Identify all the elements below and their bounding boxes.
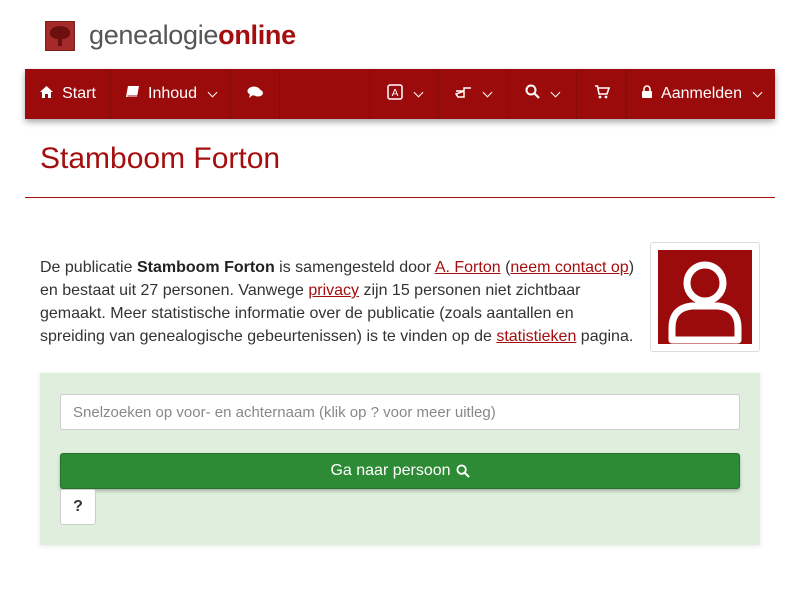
go-button-label: Ga naar persoon xyxy=(330,462,451,479)
nav-start[interactable]: Start xyxy=(25,69,111,119)
page-title: Stamboom Forton xyxy=(40,142,281,175)
nav-cart[interactable] xyxy=(577,69,627,119)
site-name-part1: genealogie xyxy=(89,20,219,50)
site-name-part2: online xyxy=(218,20,296,50)
main-navbar: Start Inhoud A Aanmelden xyxy=(25,69,775,119)
nav-inhoud-label: Inhoud xyxy=(148,85,197,102)
privacy-link[interactable]: privacy xyxy=(308,282,359,299)
search-icon xyxy=(455,464,470,478)
publication-intro: De publicatie Stamboom Forton is samenge… xyxy=(40,256,640,348)
intro-text: De publicatie xyxy=(40,259,137,276)
nav-inhoud[interactable]: Inhoud xyxy=(111,69,231,119)
chevron-down-icon xyxy=(752,87,763,97)
nav-language[interactable]: A xyxy=(369,69,439,119)
language-icon: A xyxy=(386,83,403,105)
hand-pointer-icon xyxy=(454,85,472,104)
nav-search[interactable] xyxy=(508,69,577,119)
nav-start-label: Start xyxy=(62,85,96,102)
help-button[interactable]: ? xyxy=(60,489,96,525)
cart-icon xyxy=(594,84,610,104)
home-icon xyxy=(39,85,54,104)
chevron-down-icon xyxy=(550,87,561,97)
statistics-link[interactable]: statistieken xyxy=(496,328,576,345)
author-avatar[interactable] xyxy=(650,242,760,352)
comments-icon xyxy=(247,85,264,104)
author-link[interactable]: A. Forton xyxy=(435,259,501,276)
publication-name: Stamboom Forton xyxy=(136,259,275,276)
lock-icon xyxy=(641,84,653,104)
book-icon xyxy=(125,85,140,104)
quick-search-panel: Ga naar persoon ? xyxy=(40,373,760,545)
nav-pointer[interactable] xyxy=(439,69,508,119)
nav-aanmelden[interactable]: Aanmelden xyxy=(627,69,775,119)
chevron-down-icon xyxy=(482,87,493,97)
search-icon xyxy=(525,84,540,104)
chevron-down-icon xyxy=(413,87,423,97)
chevron-down-icon xyxy=(207,87,218,97)
search-input[interactable] xyxy=(60,394,740,430)
contact-link[interactable]: neem contact op xyxy=(510,259,628,276)
divider xyxy=(25,197,775,198)
svg-text:A: A xyxy=(391,88,398,99)
intro-text: ( xyxy=(500,259,511,276)
go-to-person-button[interactable]: Ga naar persoon xyxy=(60,453,740,489)
site-name: genealogieonline xyxy=(89,20,296,51)
nav-forum[interactable] xyxy=(231,69,280,119)
intro-text: is samengesteld door xyxy=(274,259,435,276)
site-logo[interactable]: genealogieonline xyxy=(45,20,296,51)
intro-text: pagina. xyxy=(576,328,634,345)
nav-aanmelden-label: Aanmelden xyxy=(661,85,742,102)
user-silhouette-icon xyxy=(658,250,752,344)
tree-logo-icon xyxy=(45,20,75,51)
